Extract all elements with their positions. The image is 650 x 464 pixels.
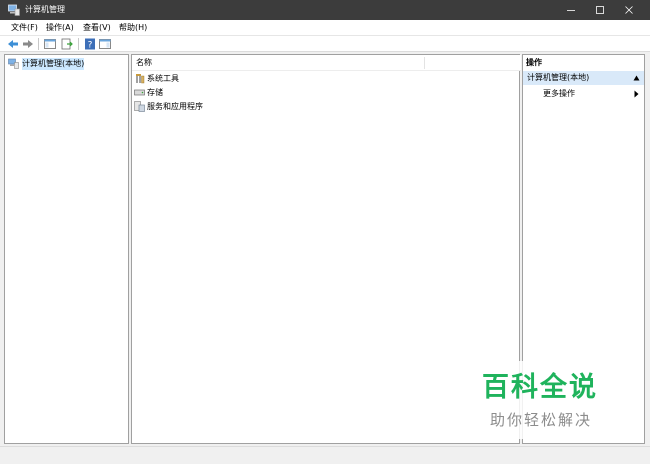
menu-view[interactable]: 查看(V)	[83, 22, 111, 34]
maximize-button[interactable]	[585, 0, 615, 20]
svg-text:?: ?	[88, 41, 93, 51]
list-item-system-tools[interactable]: 系统工具	[134, 72, 434, 85]
close-icon	[625, 6, 633, 14]
submenu-arrow-icon	[634, 90, 639, 98]
system-tools-icon	[136, 74, 145, 84]
minimize-button[interactable]	[556, 0, 586, 20]
column-header[interactable]: 名称	[132, 55, 521, 71]
action-more-actions[interactable]: 更多操作	[523, 87, 644, 101]
back-arrow-icon[interactable]	[7, 38, 19, 50]
list-item-label: 系统工具	[147, 74, 179, 83]
menu-action[interactable]: 操作(A)	[46, 22, 74, 34]
title-bar[interactable]: 计算机管理	[0, 0, 650, 20]
list-item-label: 服务和应用程序	[147, 102, 203, 111]
console-tree-pane[interactable]: 计算机管理(本地)	[4, 54, 129, 444]
menu-file[interactable]: 文件(F)	[11, 22, 38, 34]
watermark-subtitle: 助你轻松解决	[490, 411, 593, 429]
computer-management-window: 计算机管理 文件(F) 操作(A) 查看(V) 帮助(H) ? 计算机管理(本地…	[0, 0, 650, 464]
toolbar-separator	[78, 38, 79, 50]
list-item-services-apps[interactable]: 服务和应用程序	[134, 100, 434, 113]
minimize-icon	[567, 10, 575, 11]
results-pane[interactable]: 名称 系统工具 存储 服务和应用程序	[131, 54, 521, 444]
list-item-label: 存储	[147, 88, 163, 97]
menu-bar: 文件(F) 操作(A) 查看(V) 帮助(H)	[0, 20, 650, 36]
column-header-name[interactable]: 名称	[136, 58, 152, 68]
show-hide-action-pane-icon[interactable]	[99, 38, 111, 50]
show-hide-tree-icon[interactable]	[44, 38, 56, 50]
watermark-title: 百科全说	[482, 372, 598, 403]
watermark: 百科全说 助你轻松解决	[466, 361, 628, 439]
close-button[interactable]	[614, 0, 644, 20]
actions-section-computer-management[interactable]: 计算机管理(本地)	[523, 71, 644, 85]
actions-title: 操作	[526, 58, 542, 67]
computer-management-icon	[8, 4, 20, 16]
list-item-storage[interactable]: 存储	[134, 86, 434, 99]
toolbar: ?	[0, 36, 650, 52]
collapse-up-icon[interactable]	[633, 75, 640, 81]
toolbar-separator	[38, 38, 39, 50]
actions-section-label: 计算机管理(本地)	[527, 73, 590, 82]
services-apps-icon	[134, 101, 145, 112]
maximize-icon	[596, 6, 604, 14]
forward-arrow-icon[interactable]	[22, 38, 34, 50]
tree-item-label: 计算机管理(本地)	[22, 58, 85, 70]
storage-icon	[134, 89, 145, 96]
window-title: 计算机管理	[25, 5, 65, 14]
status-bar	[0, 446, 650, 464]
computer-management-icon	[8, 58, 19, 69]
action-more-actions-label: 更多操作	[543, 89, 575, 98]
menu-help[interactable]: 帮助(H)	[119, 22, 147, 34]
column-divider[interactable]	[424, 57, 425, 69]
help-icon[interactable]: ?	[84, 38, 96, 50]
export-list-icon[interactable]	[61, 38, 73, 50]
